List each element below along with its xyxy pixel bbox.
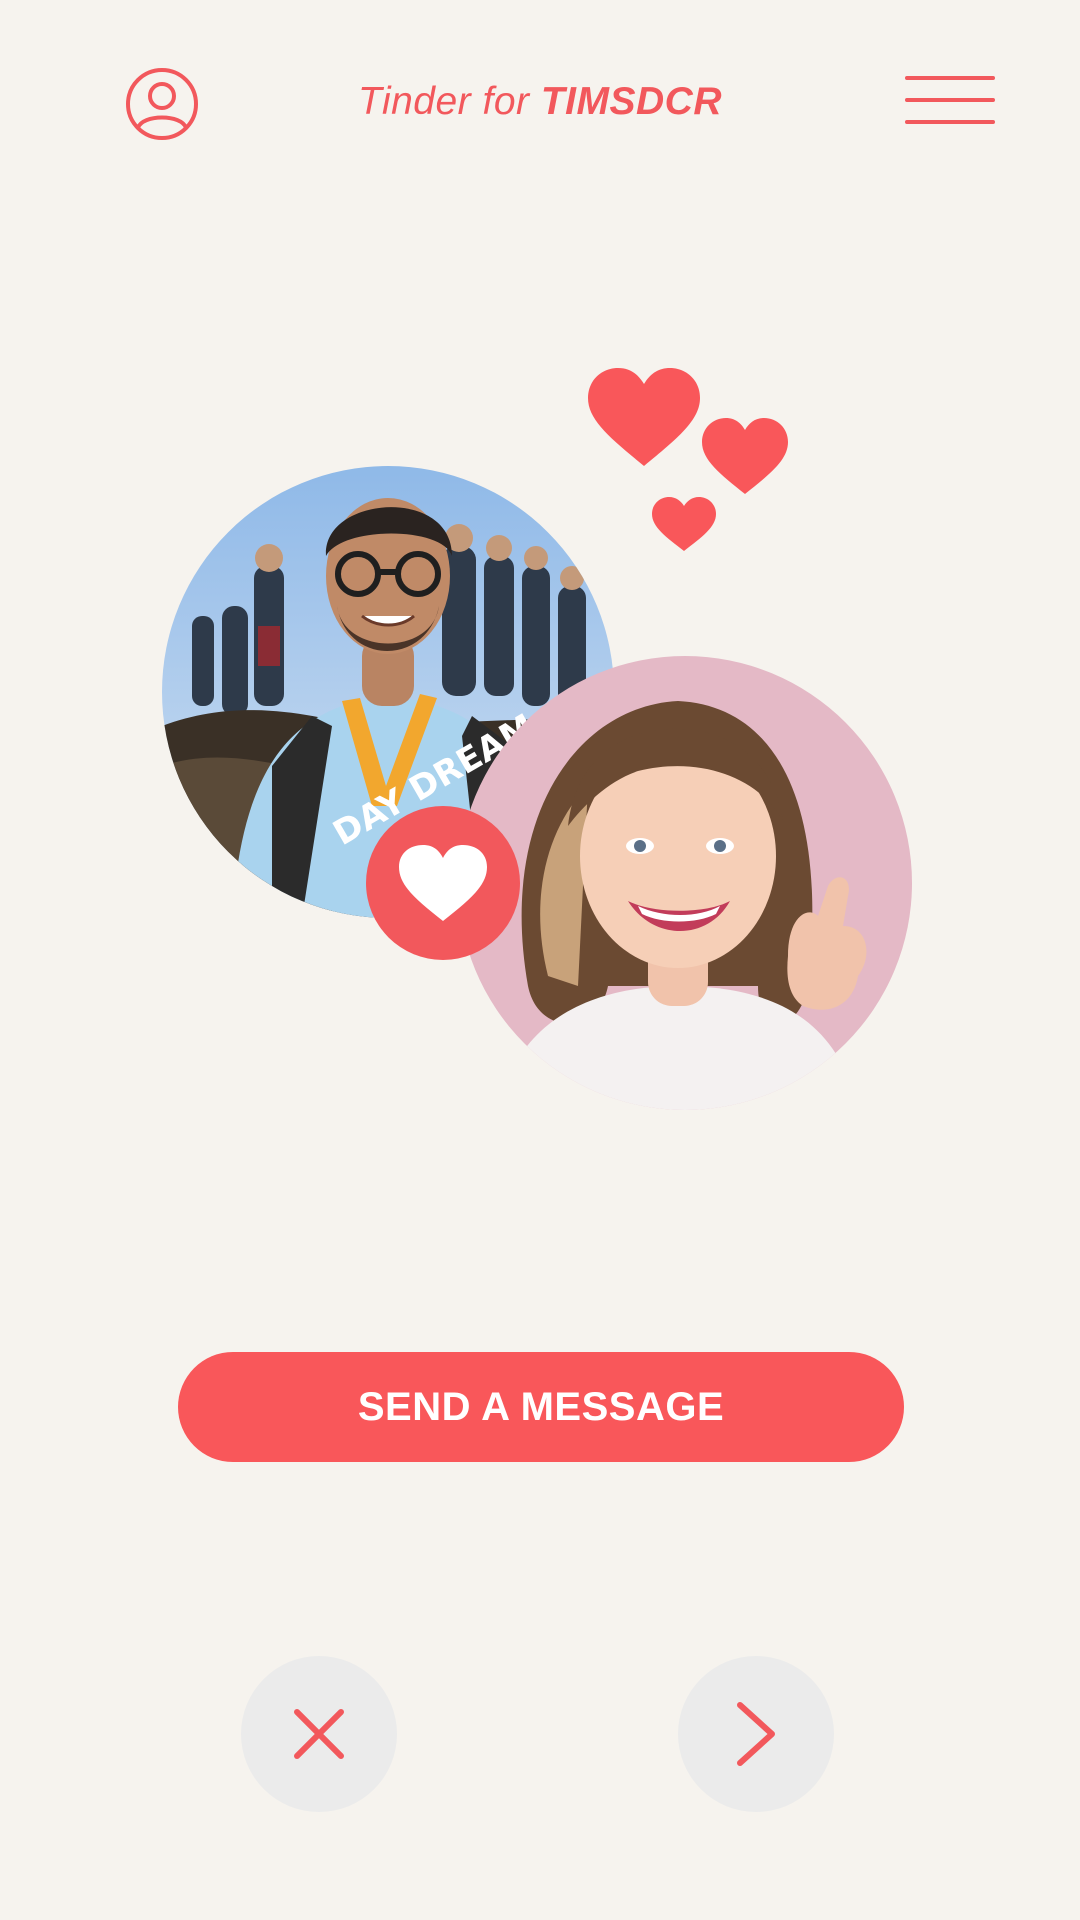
hearts-icon	[588, 368, 788, 551]
like-badge	[366, 806, 520, 960]
close-icon	[294, 1709, 344, 1759]
menu-line-top	[905, 76, 995, 80]
menu-line-bottom	[905, 120, 995, 124]
match-avatar[interactable]	[458, 656, 912, 1110]
match-screen: Tinder for TIMSDCR DAY DREAM SEND A MESS…	[0, 0, 1080, 1920]
heart-icon	[399, 845, 487, 921]
profile-button[interactable]	[124, 66, 200, 142]
app-title-prefix: Tinder for	[357, 80, 541, 123]
menu-button[interactable]	[902, 74, 998, 130]
menu-line-middle	[905, 98, 995, 102]
chevron-right-icon	[737, 1702, 775, 1766]
next-button[interactable]	[678, 1656, 834, 1812]
app-title-brand: TIMSDCR	[540, 80, 723, 123]
app-title: Tinder for TIMSDCR	[290, 76, 790, 128]
match-photo	[458, 656, 912, 1110]
user-circle-icon	[126, 68, 198, 140]
send-message-button[interactable]: SEND A MESSAGE	[178, 1352, 904, 1462]
dismiss-button[interactable]	[241, 1656, 397, 1812]
